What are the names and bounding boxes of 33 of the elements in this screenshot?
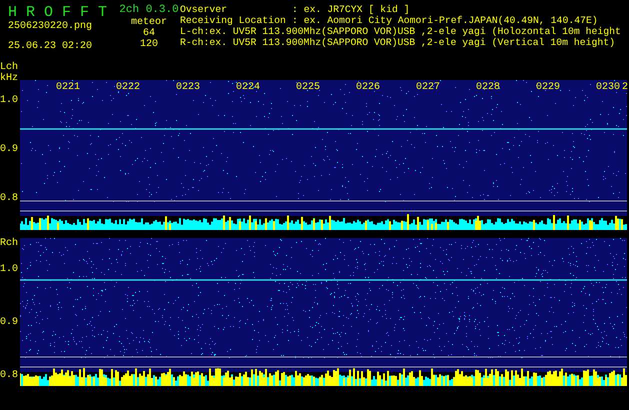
frequency-tick: 0.9 (0, 318, 20, 328)
mode-label: meteor (130, 17, 167, 28)
time-label: 0222 (116, 82, 142, 93)
time-label: 0225 (296, 82, 322, 93)
frequency-tick: 1.0 (0, 265, 20, 275)
info-label: R-ch:ex. UV5R 113.900Mhz(SAPPORO VOR)USB ,2-ele yagi (Vertical 10m height) (180, 37, 616, 48)
channel-label: Rch (0, 238, 20, 249)
time-label: 0230 (596, 82, 620, 93)
time-label: 0229 (536, 82, 562, 93)
frequency-tick: 0.9 (0, 145, 20, 155)
time-label: 0228 (476, 82, 502, 93)
app-title: H R O F F T (8, 4, 108, 21)
frequency-tick: 0.8 (0, 371, 20, 381)
time-label: 0221 (56, 82, 82, 93)
time-label: 0226 (356, 82, 382, 93)
info-label: Ovserver (180, 4, 228, 15)
time-label: 0223 (176, 82, 202, 93)
time-label: 0224 (236, 82, 262, 93)
lch-count: 64 (142, 28, 155, 39)
time-label: 0227 (416, 82, 442, 93)
channel-label: Lch (0, 62, 20, 73)
version-label: 2ch 0.3.0 (119, 4, 179, 17)
info-value: : ex. JR7CYX [ kid ] (292, 4, 410, 15)
date-time: 25.06.23 02:20 (8, 41, 92, 52)
info-value: : ex. Aomori City Aomori-Pref.JAPAN(40.49N, 140.47E) (292, 15, 598, 26)
file-name: 2506230220.png (8, 21, 92, 32)
rch-count: 120 (140, 39, 158, 50)
frequency-tick: 0.8 (0, 194, 20, 204)
unit-label: kHz (0, 73, 20, 84)
info-label: L-ch:ex. UV5R 113.900Mhz(SAPPORO VOR)USB ,2-ele yagi (Holozontal 10m height (180, 26, 621, 37)
info-label: Receiving Location (180, 15, 287, 26)
time-label: 2 (622, 82, 628, 93)
frequency-tick: 1.0 (0, 96, 20, 106)
